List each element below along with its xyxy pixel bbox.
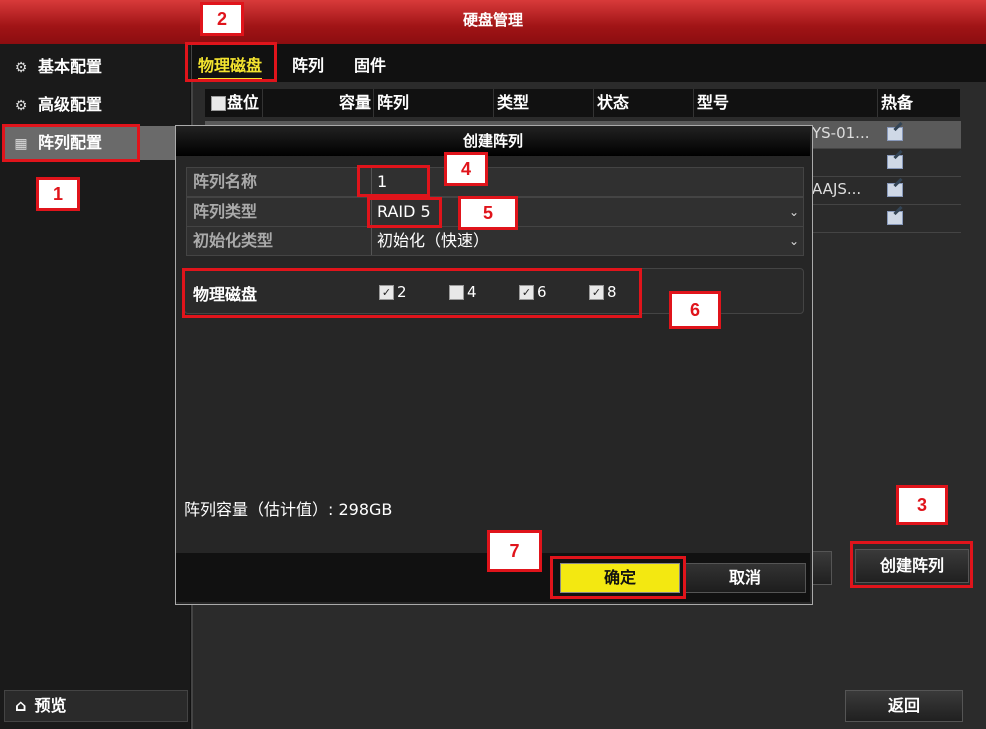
column-slot[interactable]: 盘位 [205,89,263,117]
array-type-label: 阵列类型 [193,202,258,221]
highlight-box [182,268,642,318]
init-type-label: 初始化类型 [193,231,274,250]
model-cell: YS-01... [812,124,870,142]
init-type-row: 初始化类型 初始化（快速） ⌄ [186,226,804,256]
edit-icon[interactable] [887,155,903,169]
highlight-box [357,165,430,197]
chevron-down-icon[interactable]: ⌄ [789,227,799,255]
column-label: 热备 [881,93,914,112]
sidebar-item-label: 高级配置 [38,95,103,114]
callout-badge: 3 [896,485,948,525]
callout-badge: 7 [487,530,542,572]
column-hotspare[interactable]: 热备 [879,89,957,117]
column-status[interactable]: 状态 [595,89,694,117]
column-label: 型号 [697,93,730,112]
highlight-box [367,197,442,228]
column-array[interactable]: 阵列 [375,89,494,117]
cancel-button[interactable]: 取消 [684,563,806,593]
callout-badge: 4 [444,152,488,186]
highlight-box [550,556,686,599]
init-type-select[interactable]: 初始化（快速） [377,227,489,255]
title-bar: 硬盘管理 [0,0,986,44]
edit-icon[interactable] [887,183,903,197]
field-separator [371,227,372,255]
tab-firmware[interactable]: 固件 [354,52,386,76]
column-label: 容量 [338,93,371,112]
model-cell: AAJS... [812,180,862,198]
column-type[interactable]: 类型 [495,89,594,117]
array-capacity-text: 阵列容量（估计值）: 298GB [184,500,393,519]
chevron-down-icon[interactable]: ⌄ [789,198,799,226]
sidebar-item-advanced-config[interactable]: ⚙ 高级配置 [4,88,187,122]
array-name-row: 阵列名称 1 [186,167,804,197]
callout-badge: 6 [669,291,721,329]
tab-bar: 物理磁盘 阵列 固件 [192,44,986,82]
back-button[interactable]: 返回 [845,690,963,722]
table-header: 盘位 容量 阵列 类型 状态 型号 热备 [205,89,960,117]
callout-badge: 2 [200,2,244,36]
edit-icon[interactable] [887,211,903,225]
highlight-box [850,541,973,588]
callout-badge: 1 [36,177,80,211]
sidebar-item-label: 基本配置 [38,57,103,76]
sidebar-item-basic-config[interactable]: ⚙ 基本配置 [4,50,187,84]
highlight-box [185,42,277,82]
column-label: 状态 [597,93,630,112]
edit-icon[interactable] [887,127,903,141]
gears-icon: ⚙ [14,98,28,114]
column-label: 类型 [497,93,530,112]
callout-badge: 5 [458,196,518,230]
column-label: 盘位 [227,93,260,112]
gear-icon: ⚙ [14,60,28,76]
preview-button[interactable]: ⌂ 预览 [4,690,188,722]
column-model[interactable]: 型号 [695,89,878,117]
home-icon: ⌂ [15,696,27,715]
dialog-title: 创建阵列 [176,126,810,156]
highlight-box [2,124,140,162]
column-capacity[interactable]: 容量 [263,89,374,117]
array-name-label: 阵列名称 [193,172,258,191]
tab-array[interactable]: 阵列 [292,52,324,76]
column-label: 阵列 [377,93,410,112]
select-all-checkbox[interactable] [211,96,226,111]
preview-label: 预览 [34,696,67,715]
window-title: 硬盘管理 [462,11,523,29]
